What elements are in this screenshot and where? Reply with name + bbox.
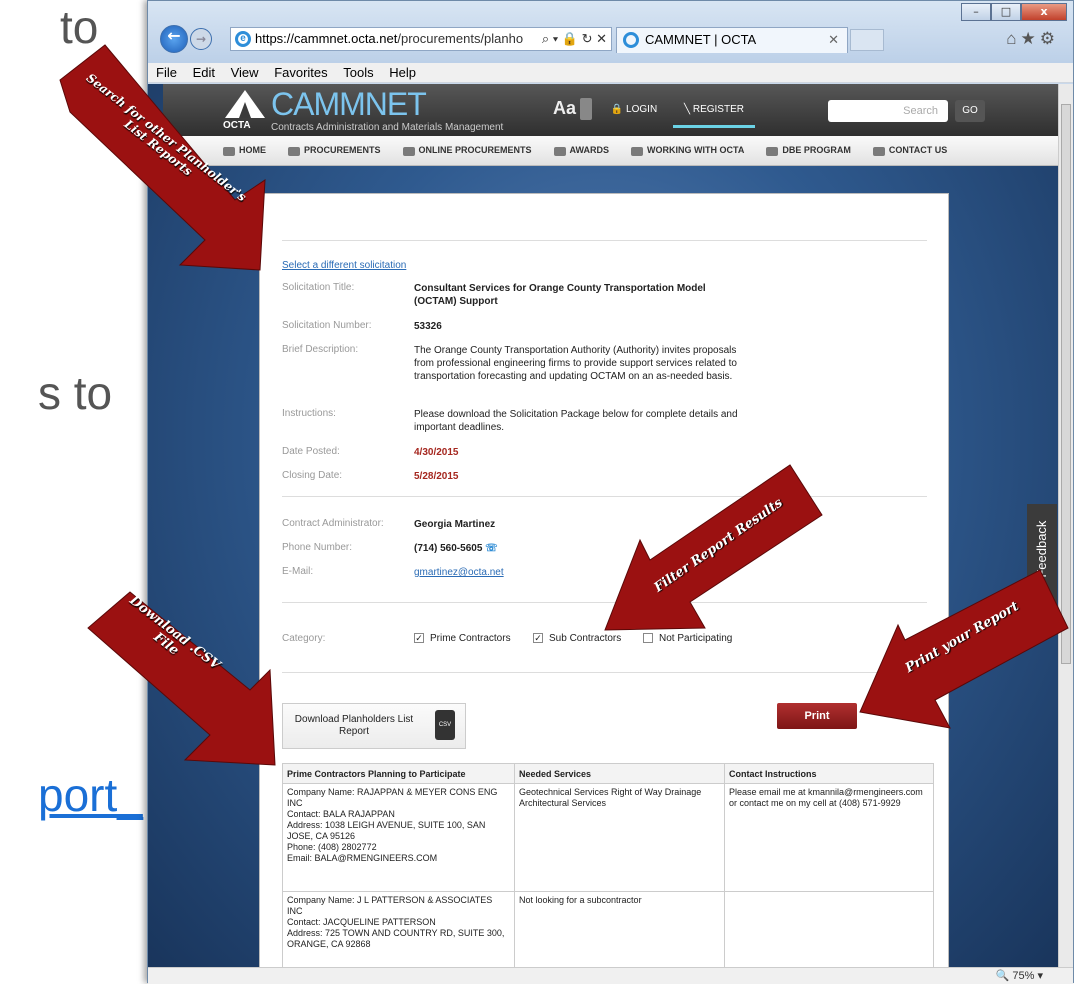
print-arrow-shape xyxy=(859,569,1069,729)
download-arrow-shape xyxy=(87,591,276,766)
